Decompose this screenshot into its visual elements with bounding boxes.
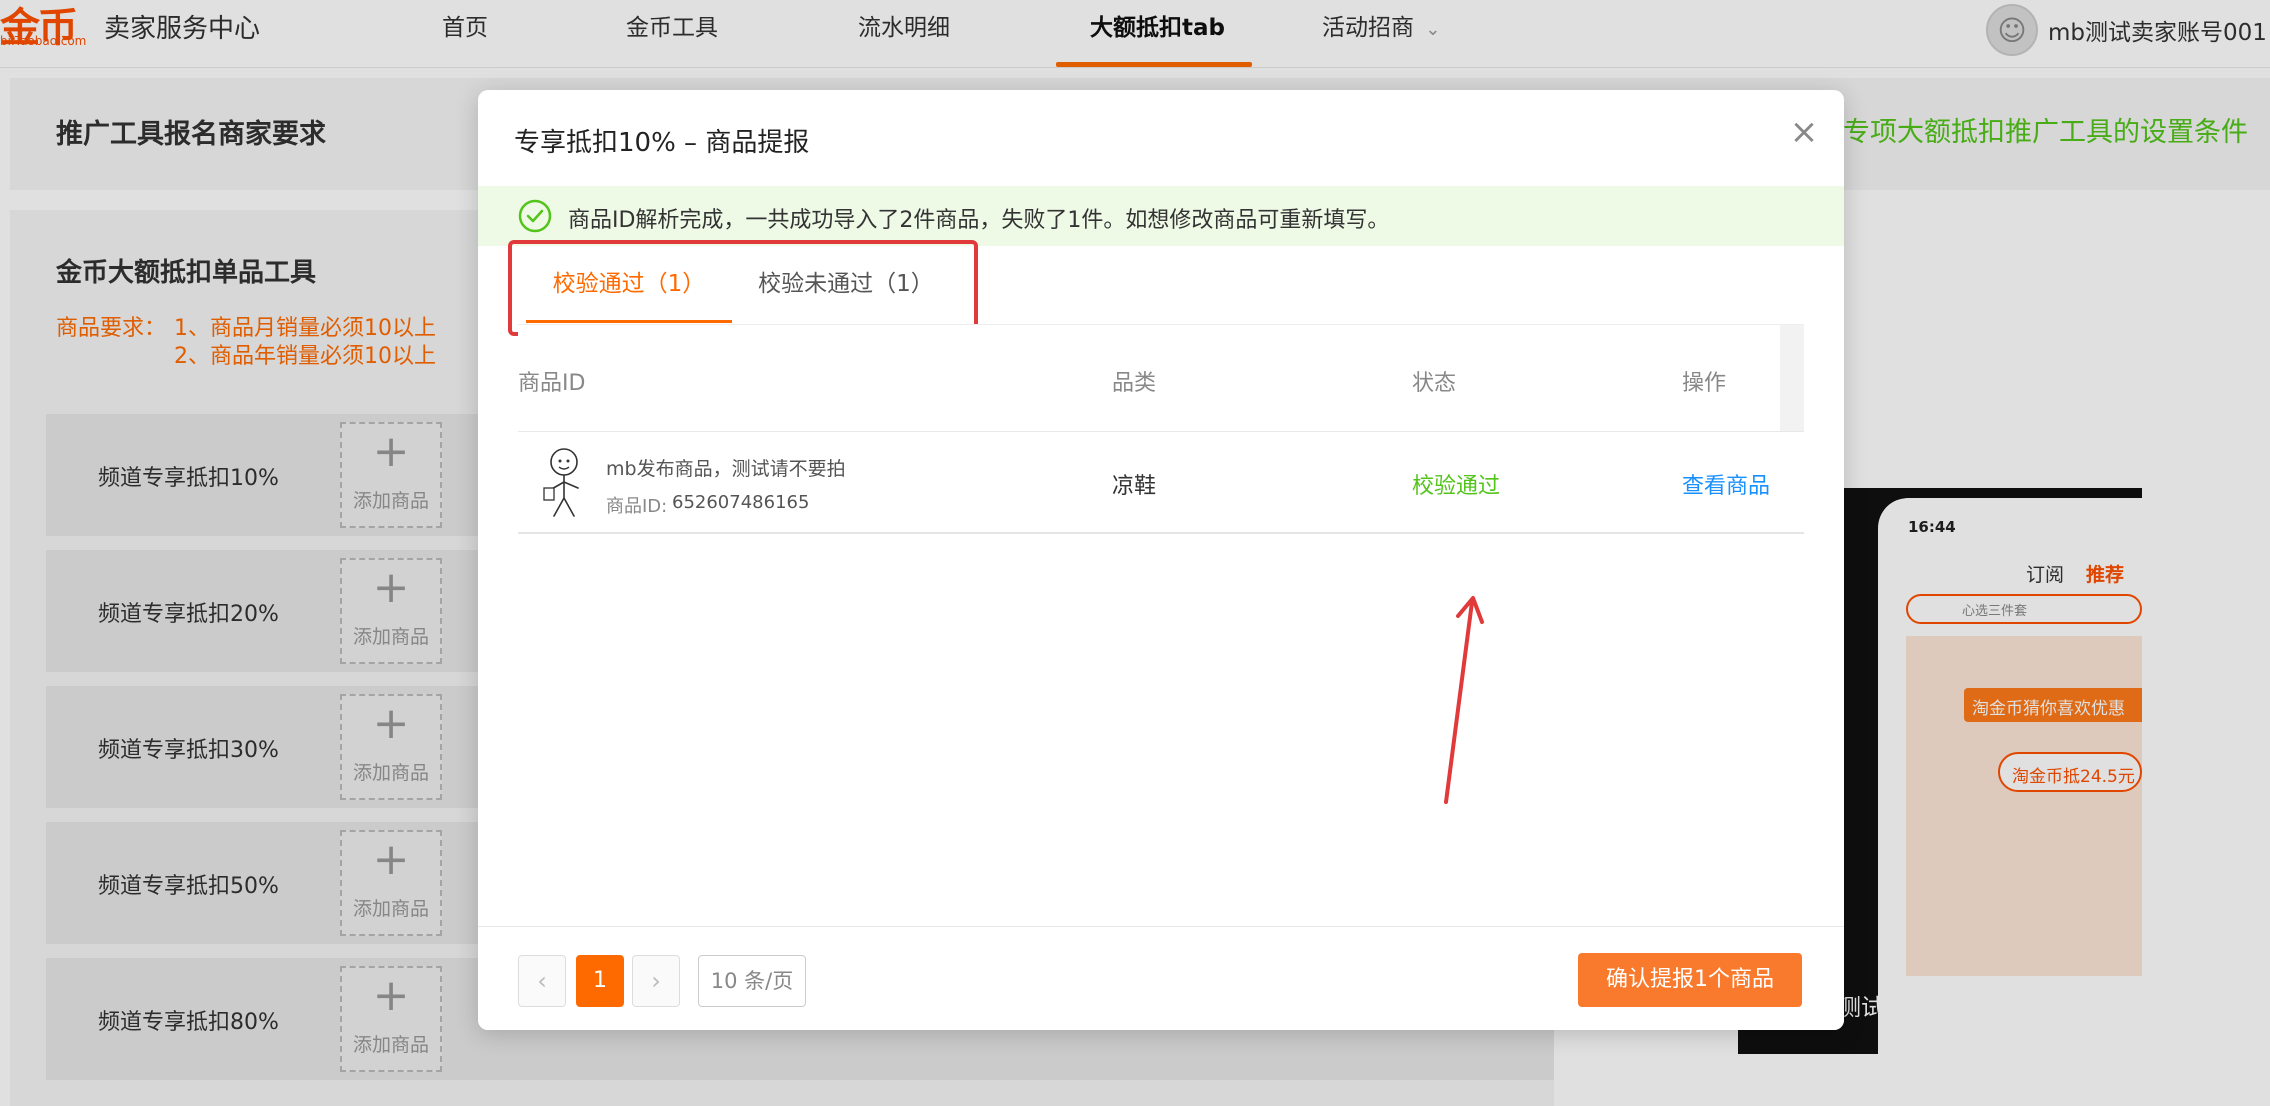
check-circle-icon: [518, 199, 552, 233]
table-header: 商品ID 品类 状态 操作: [518, 324, 1804, 432]
confirm-submit-button[interactable]: 确认提报1个商品: [1578, 953, 1802, 1007]
view-product-link[interactable]: 查看商品: [1682, 468, 1770, 500]
modal-title: 专享抵扣10% – 商品提报: [514, 128, 810, 158]
product-thumbnail: [543, 448, 579, 517]
product-id-label: 商品ID:: [606, 496, 668, 517]
annotation-arrow: [1444, 596, 1484, 804]
product-name: mb发布商品，测试请不要拍: [606, 458, 846, 480]
column-product-id: 商品ID: [518, 371, 586, 396]
notice-text: 商品ID解析完成，一共成功导入了2件商品，失败了1件。如想修改商品可重新填写。: [568, 208, 1390, 233]
product-category: 凉鞋: [1112, 474, 1157, 499]
page-size-select[interactable]: 10 条/页: [698, 955, 806, 1007]
product-table: 商品ID 品类 状态 操作 mb发布商品，测试请不要拍 商品ID: 652607…: [518, 324, 1804, 534]
validation-status: 校验通过: [1412, 474, 1501, 499]
parse-result-notice: 商品ID解析完成，一共成功导入了2件商品，失败了1件。如想修改商品可重新填写。: [478, 186, 1844, 246]
product-id: 652607486165: [672, 492, 810, 513]
column-status: 状态: [1412, 371, 1457, 396]
tab-failed[interactable]: 校验未通过（1）: [746, 264, 946, 320]
next-page-button[interactable]: ›: [632, 955, 680, 1007]
tab-passed[interactable]: 校验通过（1）: [526, 264, 732, 323]
table-row: mb发布商品，测试请不要拍 商品ID: 652607486165 凉鞋 校验通过…: [518, 432, 1804, 534]
column-category: 品类: [1112, 371, 1157, 396]
column-action: 操作: [1682, 371, 1727, 396]
prev-page-button[interactable]: ‹: [518, 955, 566, 1007]
page-1-button[interactable]: 1: [576, 955, 624, 1007]
modal-footer: ‹ 1 › 10 条/页 确认提报1个商品: [478, 926, 1844, 1030]
product-submit-modal: 专享抵扣10% – 商品提报 × 商品ID解析完成，一共成功导入了2件商品，失败…: [478, 90, 1844, 1030]
scrollbar[interactable]: [1780, 325, 1804, 431]
close-icon[interactable]: ×: [1786, 114, 1822, 150]
